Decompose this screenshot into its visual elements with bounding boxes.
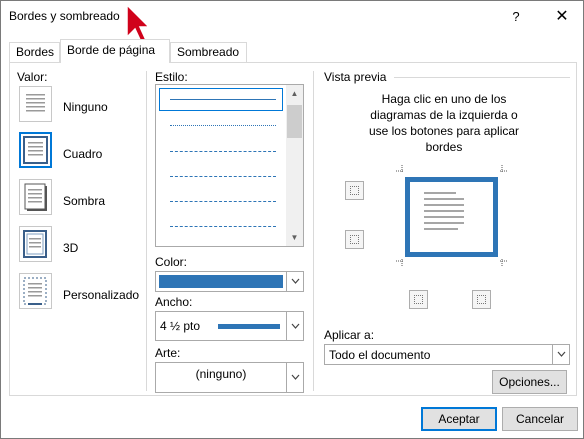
mouse-pointer-icon [126,3,147,43]
setting-shadow-icon[interactable] [19,179,52,215]
chevron-down-icon[interactable] [286,312,303,340]
style-item-dash[interactable] [170,176,276,177]
style-item-solid[interactable] [170,99,276,100]
setting-label: Valor: [17,70,48,84]
scroll-down-icon[interactable]: ▼ [286,229,303,246]
apply-to-label: Aplicar a: [324,328,375,342]
scroll-thumb[interactable] [287,105,302,138]
title-bar: Bordes y sombreado ? ✕ [1,1,583,33]
border-left-icon [414,295,423,304]
ok-button[interactable]: Aceptar [421,407,497,431]
style-label: Estilo: [155,70,188,84]
width-value: 4 ½ pto [160,319,201,333]
style-item-dash-dot[interactable] [170,201,276,202]
bottom-border-button[interactable] [345,230,364,249]
cancel-button[interactable]: Cancelar [502,407,578,431]
apply-to-value: Todo el documento [329,348,431,362]
art-value: (ninguno) [195,367,247,381]
tab-borde-de-pagina[interactable]: Borde de página [60,39,170,63]
scroll-up-icon[interactable]: ▲ [286,85,303,102]
setting-3d-icon[interactable] [19,226,52,262]
setting-shadow-label[interactable]: Sombra [63,194,105,208]
style-scrollbar[interactable]: ▲ ▼ [286,85,303,246]
preview-page[interactable] [405,177,498,257]
color-swatch [159,275,283,288]
tab-sombreado[interactable]: Sombreado [170,42,247,62]
help-button[interactable]: ? [505,6,527,28]
border-top-icon [350,186,359,195]
style-item-dash-dot-dot[interactable] [170,226,276,227]
chevron-down-icon[interactable] [286,363,303,392]
right-border-button[interactable] [472,290,491,309]
borders-shading-dialog: Bordes y sombreado ? ✕ Bordes Borde de p… [0,0,584,439]
border-bottom-icon [350,235,359,244]
chevron-down-icon[interactable] [286,272,303,291]
separator-left [146,71,147,391]
setting-box-label[interactable]: Cuadro [63,147,102,161]
setting-custom-label[interactable]: Personalizado [63,288,139,302]
width-preview-line [218,324,280,329]
preview-label: Vista previa [324,70,387,84]
preview-divider [394,77,570,78]
art-label: Arte: [155,346,181,360]
close-button[interactable]: ✕ [551,6,573,28]
tab-bordes[interactable]: Bordes [9,42,60,62]
width-label: Ancho: [155,295,193,309]
setting-box-icon[interactable] [19,132,52,168]
art-dropdown[interactable]: (ninguno) [155,362,304,393]
chevron-down-icon[interactable] [552,345,569,364]
options-button[interactable]: Opciones... [492,370,567,394]
left-border-button[interactable] [409,290,428,309]
setting-none-label[interactable]: Ninguno [63,100,108,114]
separator-right [313,71,314,391]
apply-to-dropdown[interactable]: Todo el documento [324,344,570,365]
top-border-button[interactable] [345,181,364,200]
style-item-small-dash[interactable] [170,151,276,152]
border-right-icon [477,295,486,304]
tab-panel: Valor: Ninguno Cuadro Sombra 3D Personal… [9,62,577,396]
preview-description: Haga clic en uno de los diagramas de la … [368,92,520,154]
color-label: Color: [155,255,188,269]
width-dropdown[interactable]: 4 ½ pto [155,311,304,341]
style-list[interactable]: ▲ ▼ [155,84,304,247]
setting-3d-label[interactable]: 3D [63,241,78,255]
style-item-dotted[interactable] [170,125,276,126]
color-dropdown[interactable] [155,271,304,292]
setting-none-icon[interactable] [19,86,52,122]
dialog-title: Bordes y sombreado [9,9,120,23]
setting-custom-icon[interactable] [19,273,52,309]
